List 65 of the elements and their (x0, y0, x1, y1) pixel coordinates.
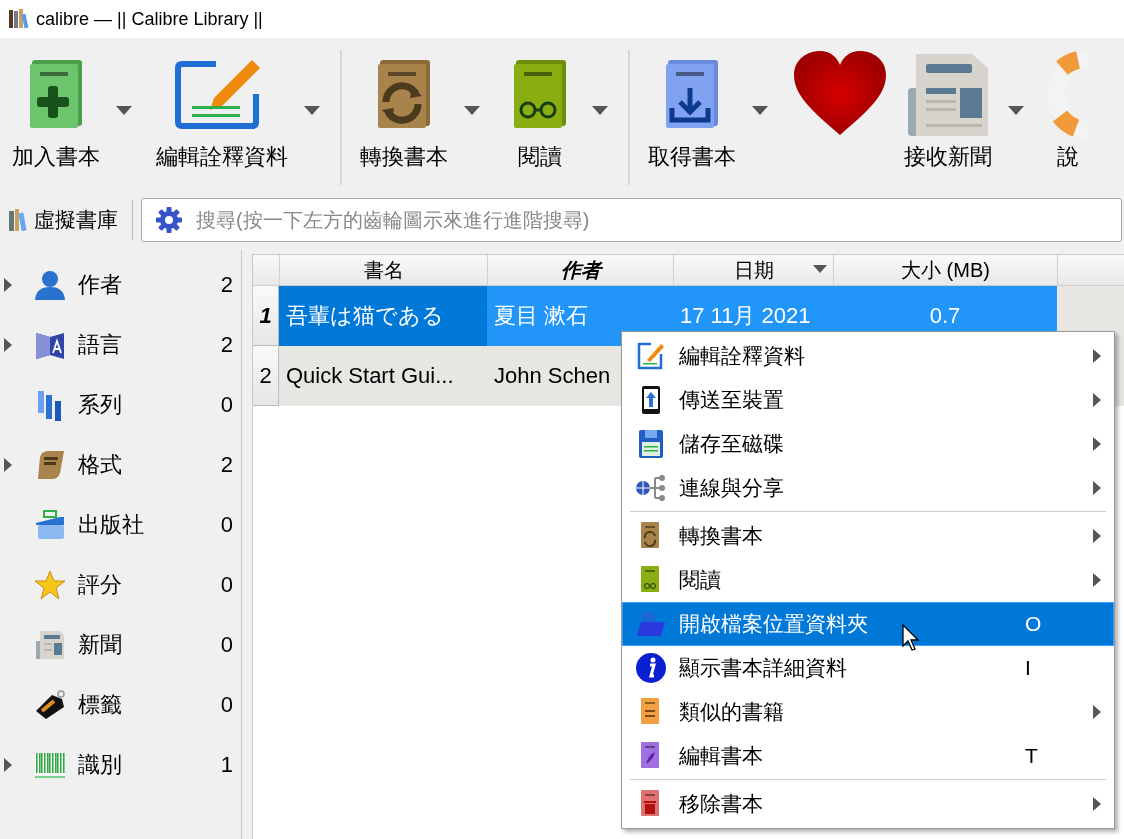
row-number: 2 (253, 346, 279, 406)
info-icon (635, 652, 667, 684)
menu-item[interactable]: 移除書本 (622, 782, 1114, 826)
heart-icon (792, 51, 888, 137)
table-cell-text: 夏目 漱石 (494, 302, 589, 330)
category-item[interactable]: 評分 0 (0, 555, 241, 615)
books-icon (8, 8, 30, 30)
category-item[interactable]: 系列 0 (0, 375, 241, 435)
menu-item[interactable]: 編輯書本 T (622, 734, 1114, 778)
printer-icon (34, 509, 66, 541)
menu-item[interactable]: 類似的書籍 (622, 690, 1114, 734)
menu-item[interactable]: 連線與分享 (622, 466, 1114, 510)
toolbar-button[interactable]: 轉換書本 (356, 46, 452, 172)
table-cell: John Schen (494, 363, 611, 389)
toolbar-button[interactable]: 加入書本 (8, 46, 104, 172)
toolbar-button[interactable]: 閱讀 (500, 46, 580, 172)
menu-item[interactable]: 轉換書本 (622, 514, 1114, 558)
menu-item[interactable]: 儲存至磁碟 (622, 422, 1114, 466)
category-item[interactable]: 識別 1 (0, 735, 241, 795)
dropdown-caret-icon[interactable] (464, 106, 480, 115)
settings-gear-icon[interactable] (155, 206, 183, 234)
menu-item[interactable]: 開啟檔案位置資料夾 O (622, 602, 1114, 646)
dropdown-caret-icon[interactable] (752, 106, 768, 115)
menu-item[interactable]: 顯示書本詳細資料 I (622, 646, 1114, 690)
sort-arrow-icon (813, 265, 827, 273)
column-header[interactable]: 日期 (673, 255, 833, 285)
category-item[interactable]: 語言 2 (0, 315, 241, 375)
person-icon (34, 269, 66, 301)
globe-network-icon (635, 472, 667, 504)
mouse-cursor-icon (902, 624, 920, 652)
newspaper-icon (34, 629, 66, 661)
toolbar-button[interactable]: 編輯詮釋資料 (152, 46, 292, 172)
category-item[interactable]: 新聞 0 (0, 615, 241, 675)
dropdown-caret-icon[interactable] (116, 106, 132, 115)
table-cell: 0.7 (929, 303, 961, 329)
window-title: calibre — || Calibre Library || (36, 8, 263, 30)
expand-arrow-icon[interactable] (4, 278, 12, 292)
table-cell: Quick Start Gui... (286, 363, 454, 389)
table-cell-text: 吾輩は猫である (286, 302, 444, 330)
column-header[interactable]: 作者 (487, 255, 673, 285)
menu-item[interactable]: 編輯詮釋資料 (622, 334, 1114, 378)
star-icon (34, 569, 66, 601)
virtual-library-button[interactable]: 虛擬書庫 (8, 200, 133, 240)
menu-item[interactable]: 閱讀 (622, 558, 1114, 602)
tag-icon (34, 689, 66, 721)
toolbar-button[interactable]: 接收新聞 (900, 46, 996, 172)
category-item[interactable]: 作者 2 (0, 255, 241, 315)
column-header[interactable]: 大小 (MB) (833, 255, 1057, 285)
menu-item[interactable]: 傳送至裝置 (622, 378, 1114, 422)
table-cell-text: 17 11月 2021 (680, 302, 811, 330)
dropdown-caret-icon[interactable] (1008, 106, 1024, 115)
expand-arrow-icon[interactable] (4, 758, 12, 772)
dropdown-caret-icon[interactable] (304, 106, 320, 115)
category-item[interactable]: 格式 2 (0, 435, 241, 495)
expand-arrow-icon[interactable] (4, 458, 12, 472)
row-number: 1 (253, 286, 279, 346)
toolbar-button[interactable]: 取得書本 (644, 46, 740, 172)
expand-arrow-icon[interactable] (4, 338, 12, 352)
edit-pencil-icon (635, 340, 667, 372)
dropdown-caret-icon[interactable] (592, 106, 608, 115)
category-item[interactable]: 標籤 0 (0, 675, 241, 735)
category-item[interactable]: 出版社 0 (0, 495, 241, 555)
toolbar-button[interactable]: 說 (1044, 46, 1092, 172)
column-header[interactable]: 書名 (279, 255, 487, 285)
search-field[interactable]: 搜尋(按一下左方的齒輪圖示來進行進階搜尋) (141, 198, 1122, 242)
